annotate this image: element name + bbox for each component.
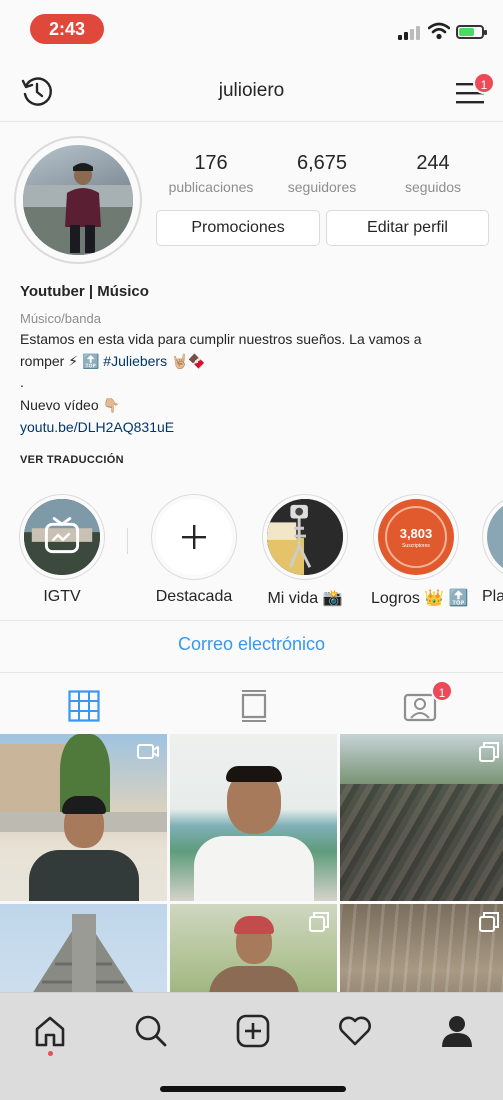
nav-add[interactable] <box>233 1011 273 1051</box>
grid-post[interactable] <box>0 734 167 901</box>
battery-icon <box>456 25 487 39</box>
wifi-icon <box>428 22 450 40</box>
divider-bottom <box>0 672 503 673</box>
camera-icon <box>137 744 159 759</box>
grid-icon <box>67 690 100 722</box>
highlight-mi-vida-cover <box>267 499 343 575</box>
home-icon <box>35 1016 65 1047</box>
highlight-logros-cover: 3,803 Suscriptores <box>378 499 454 575</box>
profile-avatar[interactable] <box>14 136 142 264</box>
nav-search[interactable] <box>131 1011 171 1051</box>
highlight-new-ring <box>151 494 237 580</box>
status-bar: 2:43 <box>0 0 503 60</box>
grid-post[interactable] <box>340 734 503 901</box>
bio-line-2-prefix: romper ⚡ 🔝 <box>20 353 100 369</box>
grid-post[interactable] <box>170 734 337 901</box>
promotions-button[interactable]: Promociones <box>156 210 320 246</box>
menu-notification-badge: 1 <box>473 72 495 94</box>
divider-top <box>0 620 503 621</box>
tab-grid[interactable] <box>0 684 167 728</box>
email-button[interactable]: Correo electrónico <box>0 634 503 655</box>
followers-count: 6,675 <box>296 152 348 174</box>
tab-igtv[interactable] <box>170 684 337 728</box>
highlights-divider <box>127 528 128 554</box>
post-person <box>193 766 314 901</box>
bio-line-3: . <box>20 374 24 390</box>
following-count: 244 <box>416 152 450 174</box>
highlight-play[interactable]: Play <box>482 494 503 606</box>
add-icon <box>236 1014 270 1048</box>
avatar-photo <box>23 145 133 255</box>
nav-home[interactable] <box>30 1011 70 1051</box>
highlight-logros-ring: 3,803 Suscriptores <box>373 494 459 580</box>
heart-icon <box>339 1016 371 1046</box>
bio-line-4: Nuevo vídeo 👇🏼 <box>20 397 120 413</box>
subscribers-badge: 3,803 Suscriptores <box>385 506 447 568</box>
multi-photo-icon <box>309 912 329 932</box>
bottom-navigation <box>0 992 503 1100</box>
see-translation-link[interactable]: VER TRADUCCIÓN <box>20 454 490 466</box>
grid-post[interactable] <box>170 904 337 992</box>
profile-header: julioiero 1 <box>0 60 503 122</box>
profile-icon <box>442 1016 472 1047</box>
tab-tagged[interactable]: 1 <box>336 680 503 728</box>
plus-icon <box>156 499 232 575</box>
home-indicator[interactable] <box>160 1086 346 1092</box>
stat-followers[interactable]: 6,675 seguidores <box>267 152 377 195</box>
highlight-mi-vida[interactable]: Mi vida 📸 <box>260 494 350 608</box>
tagged-notification-badge: 1 <box>431 680 453 702</box>
highlight-play-cover <box>487 499 503 575</box>
highlight-new[interactable]: Destacada <box>149 494 239 606</box>
highlight-play-ring <box>482 494 503 580</box>
edit-profile-button[interactable]: Editar perfil <box>326 210 489 246</box>
cellular-signal-icon <box>398 26 420 40</box>
nav-profile[interactable] <box>437 1011 477 1051</box>
highlight-mi-vida-label: Mi vida 📸 <box>267 590 343 607</box>
posts-grid <box>0 734 503 992</box>
stat-following[interactable]: 244 seguidos <box>378 152 488 195</box>
highlight-play-label: Play <box>482 588 503 605</box>
igtv-tab-icon <box>241 690 266 722</box>
highlight-igtv[interactable]: IGTV <box>17 494 107 606</box>
bio-hashtag-link[interactable]: #Juliebers <box>103 353 167 369</box>
followers-label: seguidores <box>287 179 357 195</box>
bio-line-1: Estamos en esta vida para cumplir nuestr… <box>20 331 422 347</box>
highlight-logros[interactable]: 3,803 Suscriptores Logros 👑 🔝 <box>371 494 469 608</box>
stat-posts[interactable]: 176 publicaciones <box>156 152 266 195</box>
bio-line-2: romper ⚡ 🔝 #Juliebers 🤘🏼🍫 <box>20 353 490 370</box>
subscribers-caption: Suscriptores <box>402 542 430 549</box>
posts-count: 176 <box>194 152 228 174</box>
multi-photo-icon <box>479 742 499 762</box>
multi-photo-icon <box>479 912 499 932</box>
igtv-icon <box>24 499 100 575</box>
home-activity-dot <box>48 1051 53 1056</box>
highlight-new-label: Destacada <box>155 588 233 605</box>
highlight-logros-label: Logros 👑 🔝 <box>371 590 469 607</box>
bio-website-link[interactable]: youtu.be/DLH2AQ831uE <box>20 419 490 435</box>
grid-post[interactable] <box>0 904 167 992</box>
grid-post[interactable] <box>340 904 503 992</box>
highlight-mi-vida-ring <box>262 494 348 580</box>
post-person <box>208 916 299 992</box>
bio-line-2-suffix: 🤘🏼🍫 <box>171 353 206 369</box>
profile-username: julioiero <box>218 80 285 101</box>
status-time: 2:43 <box>30 14 104 44</box>
post-person <box>28 796 139 901</box>
subscribers-count: 3,803 <box>399 525 433 541</box>
search-icon <box>135 1015 167 1047</box>
following-label: seguidos <box>404 179 462 195</box>
bio-name: Youtuber | Músico <box>20 283 149 300</box>
bio-category: Músico/banda <box>20 311 101 326</box>
highlight-igtv-label: IGTV <box>43 588 81 605</box>
posts-label: publicaciones <box>168 179 254 195</box>
nav-activity[interactable] <box>335 1011 375 1051</box>
highlight-igtv-ring <box>19 494 105 580</box>
